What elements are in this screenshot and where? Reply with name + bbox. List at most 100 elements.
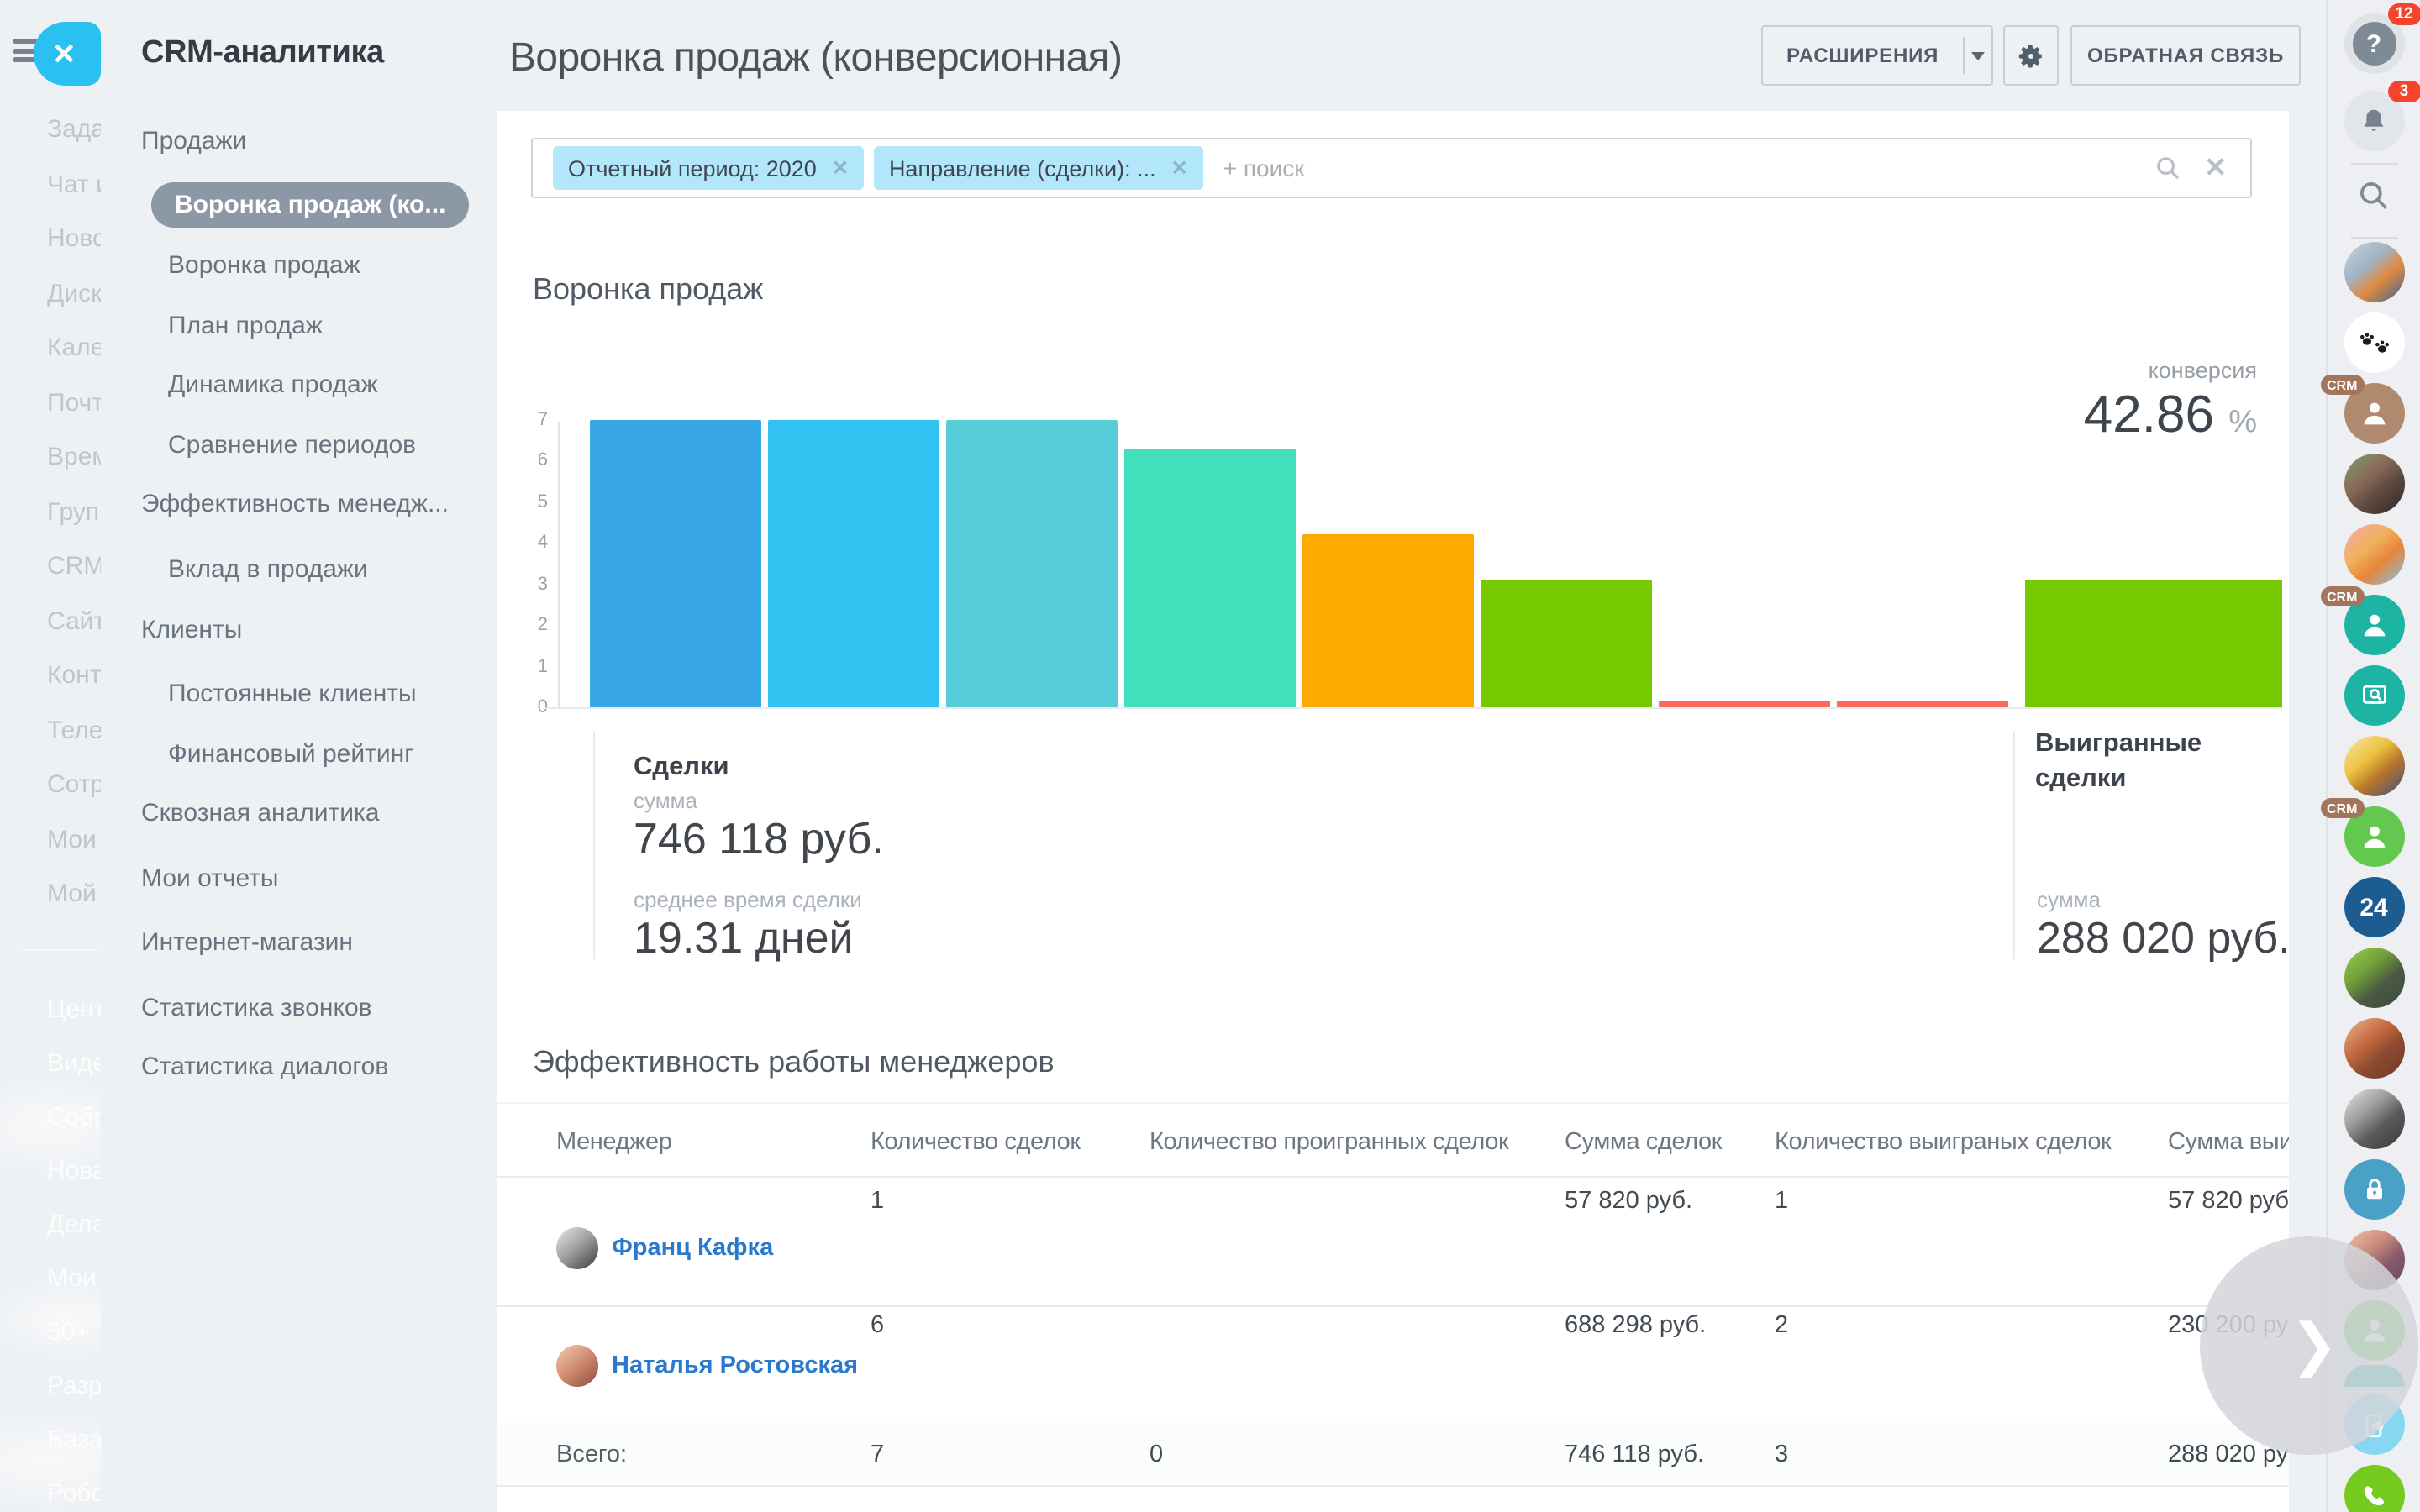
rail-item[interactable] bbox=[2344, 242, 2404, 302]
menu-item-постоянные-клиенты[interactable]: Постоянные клиенты bbox=[168, 680, 417, 708]
rail-item[interactable]: CRM bbox=[2344, 595, 2404, 655]
sidebar-item-14[interactable]: Мой bbox=[47, 879, 97, 908]
search-icon[interactable] bbox=[2154, 155, 2181, 181]
funnel-bar-6[interactable] bbox=[1659, 701, 1830, 707]
avatar-abstract[interactable] bbox=[2344, 524, 2404, 585]
rail-item[interactable] bbox=[2344, 454, 2404, 514]
avatar-kafka-bw[interactable] bbox=[2344, 1089, 2404, 1149]
sidebar-item-9[interactable]: Сайт bbox=[47, 606, 101, 635]
table-scroll-right-button[interactable]: ❯ bbox=[2200, 1236, 2418, 1455]
sidebar-item-1[interactable]: Чат и bbox=[47, 170, 101, 198]
remove-chip-icon[interactable]: ✕ bbox=[832, 156, 849, 180]
clear-filter-icon[interactable]: ✕ bbox=[2204, 151, 2227, 185]
avatar-workers[interactable] bbox=[2344, 242, 2404, 302]
menu-item-вклад-в-продажи[interactable]: Вклад в продажи bbox=[168, 555, 368, 584]
notifications-button[interactable]: 3 bbox=[2344, 91, 2404, 151]
sidebar-item-5[interactable]: Почт bbox=[47, 388, 101, 417]
menu-item-статистика-звонков[interactable]: Статистика звонков bbox=[141, 994, 372, 1022]
funnel-bar-0[interactable] bbox=[590, 419, 761, 707]
menu-item-воронка-продаж[interactable]: Воронка продаж bbox=[168, 251, 360, 280]
funnel-bar-4[interactable] bbox=[1302, 534, 1474, 707]
sidebar-item-lower-5[interactable]: Мои bbox=[47, 1264, 97, 1293]
screen-search-button[interactable] bbox=[2344, 665, 2404, 726]
rail-item[interactable]: 24 bbox=[2344, 877, 2404, 937]
menu-item-динамика-продаж[interactable]: Динамика продаж bbox=[168, 370, 378, 399]
rail-search-button[interactable] bbox=[2344, 165, 2404, 225]
funnel-bar-2[interactable] bbox=[946, 419, 1118, 707]
sidebar-item-lower-6[interactable]: 50+ bbox=[47, 1318, 90, 1347]
filter-search-bar[interactable]: Отчетный период: 2020✕Направление (сделк… bbox=[531, 138, 2252, 198]
menu-item-эффективность-менедж-[interactable]: Эффективность менедж... bbox=[141, 490, 449, 518]
extensions-dropdown-button[interactable] bbox=[1963, 51, 1991, 60]
sidebar-item-8[interactable]: CRM bbox=[47, 552, 101, 580]
sidebar-item-2[interactable]: Ново bbox=[47, 224, 101, 253]
rail-item[interactable] bbox=[2344, 736, 2404, 796]
sidebar-item-13[interactable]: Мои bbox=[47, 825, 97, 853]
menu-item-финансовый-рейтинг[interactable]: Финансовый рейтинг bbox=[168, 740, 413, 769]
sidebar-item-12[interactable]: Сотр bbox=[47, 770, 101, 799]
extensions-button[interactable]: РАСШИРЕНИЯ bbox=[1763, 44, 1962, 67]
menu-item-продажи[interactable]: Продажи bbox=[141, 127, 246, 155]
sidebar-item-10[interactable]: Конт bbox=[47, 661, 101, 690]
avatar-woman-ginger[interactable] bbox=[2344, 1018, 2404, 1079]
sidebar-item-lower-2[interactable]: Собр bbox=[47, 1103, 101, 1131]
rail-item[interactable] bbox=[2344, 1018, 2404, 1079]
menu-item-мои-отчеты[interactable]: Мои отчеты bbox=[141, 864, 279, 893]
menu-item-сквозная-аналитика[interactable]: Сквозная аналитика bbox=[141, 799, 380, 827]
menu-item-сравнение-периодов[interactable]: Сравнение периодов bbox=[168, 431, 416, 459]
funnel-bar-7[interactable] bbox=[1837, 701, 2008, 707]
sidebar-item-6[interactable]: Врем bbox=[47, 443, 101, 471]
sidebar-item-0[interactable]: Зада bbox=[47, 115, 101, 144]
avatar-crm-teal[interactable]: CRM bbox=[2344, 595, 2404, 655]
sidebar-item-lower-0[interactable]: Цент bbox=[47, 995, 101, 1024]
sidebar-item-lower-4[interactable]: Дела bbox=[47, 1210, 101, 1239]
sidebar-item-lower-3[interactable]: Нова bbox=[47, 1157, 101, 1185]
rail-item[interactable] bbox=[2344, 165, 2404, 225]
funnel-bar-8[interactable] bbox=[2025, 580, 2282, 707]
extensions-button-group[interactable]: РАСШИРЕНИЯ bbox=[1761, 25, 1993, 86]
funnel-bar-5[interactable] bbox=[1481, 580, 1652, 707]
avatar-woman-dark[interactable] bbox=[2344, 454, 2404, 514]
sidebar-item-lower-8[interactable]: База bbox=[47, 1425, 101, 1454]
rail-item[interactable]: ?12 bbox=[2344, 13, 2404, 74]
rail-item[interactable] bbox=[2344, 1465, 2404, 1512]
search-placeholder[interactable]: + поиск bbox=[1223, 155, 1305, 181]
remove-chip-icon[interactable]: ✕ bbox=[1171, 156, 1188, 180]
sidebar-item-7[interactable]: Груп bbox=[47, 497, 99, 526]
avatar-man-green[interactable] bbox=[2344, 948, 2404, 1008]
rail-item[interactable]: CRM bbox=[2344, 806, 2404, 867]
avatar-paws[interactable] bbox=[2344, 312, 2404, 373]
settings-button[interactable] bbox=[2003, 25, 2059, 86]
filter-chip-1[interactable]: Направление (сделки): ...✕ bbox=[874, 146, 1203, 190]
avatar-crm-green[interactable]: CRM bbox=[2344, 806, 2404, 867]
menu-item-план-продаж[interactable]: План продаж bbox=[168, 312, 323, 340]
rail-item[interactable]: CRM bbox=[2344, 383, 2404, 444]
lock-button[interactable] bbox=[2344, 1159, 2404, 1220]
bitrix24-button[interactable]: 24 bbox=[2344, 877, 2404, 937]
manager-name-link[interactable]: Наталья Ростовская bbox=[612, 1352, 858, 1379]
feedback-button[interactable]: ОБРАТНАЯ СВЯЗЬ bbox=[2070, 25, 2301, 86]
rail-item[interactable] bbox=[2344, 524, 2404, 585]
avatar-crm-brown[interactable]: CRM bbox=[2344, 383, 2404, 444]
menu-item-воронка-продаж-ко-[interactable]: Воронка продаж (ко... bbox=[151, 182, 469, 228]
sidebar-item-3[interactable]: Диск bbox=[47, 279, 101, 307]
close-menu-button[interactable]: ✕ bbox=[34, 22, 101, 86]
rail-item[interactable]: 3 bbox=[2344, 91, 2404, 151]
funnel-bar-3[interactable] bbox=[1124, 448, 1296, 707]
sidebar-item-lower-7[interactable]: Разр bbox=[47, 1372, 101, 1400]
rail-item[interactable] bbox=[2344, 1159, 2404, 1220]
help-button[interactable]: ?12 bbox=[2344, 13, 2404, 74]
avatar-cartoon-blonde[interactable] bbox=[2344, 736, 2404, 796]
telephony-button[interactable] bbox=[2344, 1465, 2404, 1512]
menu-item-клиенты[interactable]: Клиенты bbox=[141, 616, 242, 644]
rail-item[interactable] bbox=[2344, 1089, 2404, 1149]
sidebar-item-lower-9[interactable]: Робо bbox=[47, 1479, 101, 1508]
menu-item-интернет-магазин[interactable]: Интернет-магазин bbox=[141, 928, 353, 957]
sidebar-item-lower-1[interactable]: Виде bbox=[47, 1049, 101, 1078]
manager-name-link[interactable]: Франц Кафка bbox=[612, 1235, 773, 1262]
filter-chip-0[interactable]: Отчетный период: 2020✕ bbox=[553, 146, 864, 190]
sidebar-item-11[interactable]: Теле bbox=[47, 716, 101, 744]
rail-item[interactable] bbox=[2344, 312, 2404, 373]
rail-item[interactable] bbox=[2344, 665, 2404, 726]
rail-item[interactable] bbox=[2344, 948, 2404, 1008]
